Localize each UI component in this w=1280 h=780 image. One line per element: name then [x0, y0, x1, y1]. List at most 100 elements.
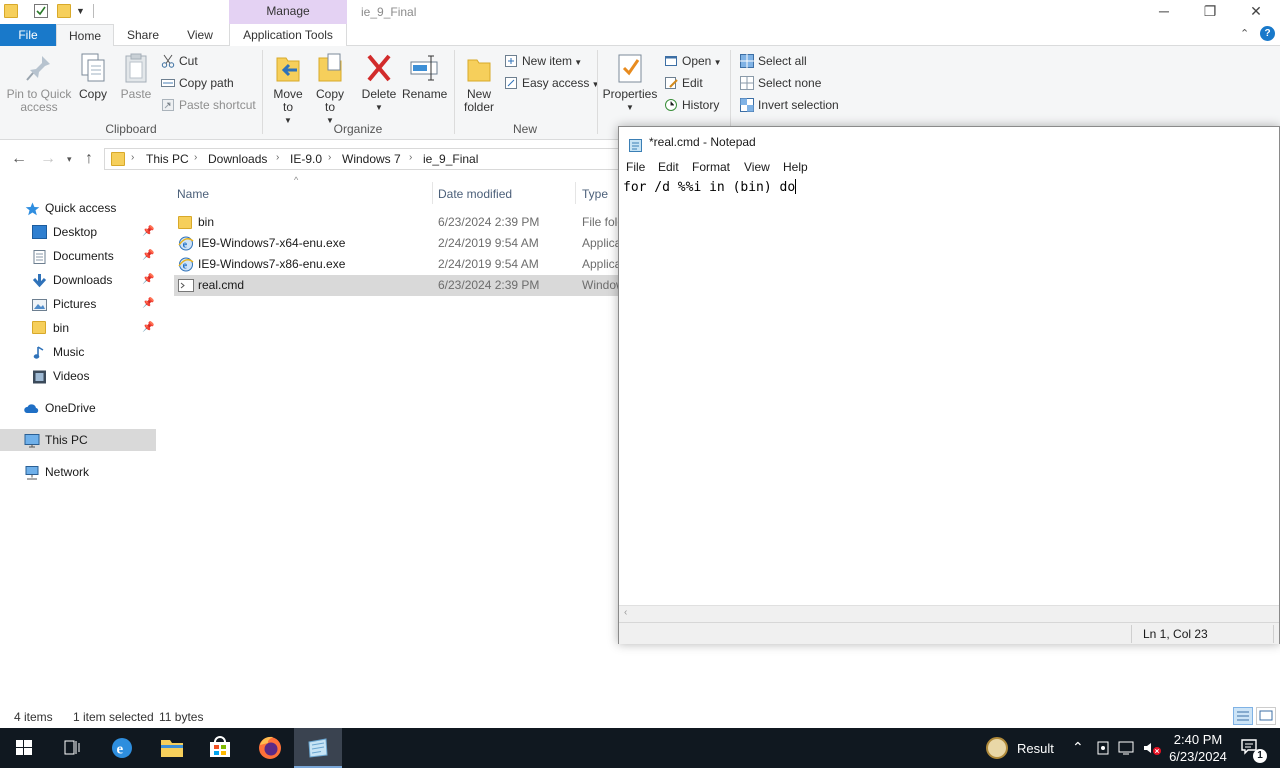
download-arrow-icon — [32, 273, 47, 288]
copy-path-icon — [161, 76, 175, 90]
edge-icon[interactable]: e — [98, 728, 146, 768]
properties-dropdown-icon: ▼ — [626, 103, 634, 112]
easy-access-button[interactable]: Easy access ▼ — [504, 73, 600, 93]
up-arrow-icon[interactable]: ↑ — [85, 150, 93, 168]
recent-locations-chevron-icon[interactable]: ▾ — [67, 154, 72, 165]
details-view-button[interactable] — [1233, 707, 1253, 725]
action-center-button[interactable]: 1 — [1236, 728, 1276, 768]
copy-button[interactable]: Copy — [76, 52, 110, 101]
column-divider[interactable] — [432, 182, 433, 204]
pin-to-quick-access-button[interactable]: Pin to Quick access — [4, 52, 74, 114]
paste-shortcut-button[interactable]: Paste shortcut — [161, 95, 256, 115]
firefox-icon[interactable] — [246, 728, 294, 768]
task-view-button[interactable] — [48, 728, 96, 768]
column-header-date[interactable]: Date modified — [438, 187, 512, 201]
text-caret — [795, 179, 797, 194]
file-row-ie9-x64[interactable]: e IE9-Windows7-x64-enu.exe 2/24/2019 9:5… — [174, 233, 622, 254]
open-button[interactable]: Open ▼ — [664, 51, 722, 71]
breadcrumb-ie9[interactable]: IE-9.0 — [290, 152, 322, 166]
invert-selection-button[interactable]: Invert selection — [740, 95, 839, 115]
notepad-title-bar[interactable]: *real.cmd - Notepad — [619, 127, 1279, 157]
file-explorer-icon[interactable] — [148, 728, 196, 768]
result-tray-item[interactable]: Result — [986, 728, 1066, 768]
collapse-ribbon-icon[interactable]: ⌃ — [1240, 27, 1249, 40]
edit-button[interactable]: Edit — [664, 73, 703, 93]
start-button[interactable] — [0, 728, 48, 768]
menu-format[interactable]: Format — [692, 160, 730, 174]
breadcrumb-windows7[interactable]: Windows 7 — [342, 152, 401, 166]
close-button[interactable]: ✕ — [1233, 2, 1279, 22]
sidebar-item-network[interactable]: Network — [0, 461, 156, 483]
file-row-real-cmd[interactable]: real.cmd 6/23/2024 2:39 PM Windows Comma… — [174, 275, 622, 296]
tab-file[interactable]: File — [0, 24, 56, 46]
breadcrumb-downloads[interactable]: Downloads — [208, 152, 267, 166]
notepad-taskbar-icon[interactable] — [294, 728, 342, 768]
sidebar-item-music[interactable]: Music — [0, 341, 156, 363]
column-header-name[interactable]: Name — [177, 187, 209, 201]
quick-access-dropdown-icon[interactable]: ▼ — [76, 6, 90, 20]
device-icon[interactable] — [1096, 740, 1110, 780]
breadcrumb-separator: › — [328, 152, 332, 163]
column-header-type[interactable]: Type — [582, 187, 608, 201]
sidebar-item-onedrive[interactable]: OneDrive — [0, 397, 156, 419]
breadcrumb-ie9-final[interactable]: ie_9_Final — [423, 152, 478, 166]
notepad-text-area[interactable]: for /d %%i in (bin) do — [623, 179, 797, 195]
cut-button[interactable]: Cut — [161, 51, 198, 71]
scroll-left-arrow-icon[interactable]: ‹ — [624, 607, 627, 618]
history-button[interactable]: History — [664, 95, 719, 115]
column-divider[interactable] — [575, 182, 576, 204]
show-hidden-icons-chevron-icon[interactable]: ⌃ — [1072, 739, 1084, 779]
tab-share[interactable]: Share — [116, 24, 170, 46]
notepad-window[interactable]: *real.cmd - Notepad File Edit Format Vie… — [618, 126, 1280, 644]
breadcrumb-separator: › — [409, 152, 413, 163]
sidebar-item-this-pc[interactable]: This PC — [0, 429, 156, 451]
select-none-button[interactable]: Select none — [740, 73, 821, 93]
copy-icon — [78, 52, 108, 84]
store-icon[interactable] — [196, 728, 244, 768]
sidebar-item-documents[interactable]: Documents 📌 — [0, 245, 156, 267]
clock[interactable]: 2:40 PM 6/23/2024 — [1168, 728, 1228, 768]
horizontal-scrollbar[interactable]: ‹ — [619, 605, 1279, 622]
rename-button[interactable]: Rename — [402, 52, 447, 101]
tab-application-tools[interactable]: Application Tools — [229, 24, 347, 46]
sidebar-item-desktop[interactable]: Desktop 📌 — [0, 221, 156, 243]
scissors-icon — [161, 54, 175, 68]
menu-help[interactable]: Help — [783, 160, 808, 174]
volume-muted-icon[interactable] — [1142, 740, 1162, 780]
manage-context-tab[interactable]: Manage — [229, 0, 347, 24]
sidebar-item-pictures[interactable]: Pictures 📌 — [0, 293, 156, 315]
sidebar-item-downloads[interactable]: Downloads 📌 — [0, 269, 156, 291]
properties-check-icon[interactable] — [34, 4, 48, 18]
select-none-icon — [740, 76, 754, 90]
back-arrow-icon[interactable]: ← — [11, 150, 27, 168]
large-icons-view-button[interactable] — [1256, 707, 1276, 725]
new-folder-quick-icon[interactable] — [57, 4, 71, 18]
paste-button[interactable]: Paste — [116, 52, 156, 101]
maximize-button[interactable]: ❐ — [1187, 2, 1233, 22]
new-item-button[interactable]: New item ▼ — [504, 51, 582, 71]
sidebar-item-quick-access[interactable]: Quick access — [0, 197, 156, 219]
properties-button[interactable]: Properties ▼ — [602, 52, 658, 114]
copy-path-button[interactable]: Copy path — [161, 73, 234, 93]
new-folder-button[interactable]: New folder — [458, 52, 500, 114]
pictures-icon — [32, 297, 47, 311]
menu-file[interactable]: File — [626, 160, 645, 174]
delete-button[interactable]: Delete ▼ — [358, 52, 400, 114]
sidebar-item-videos[interactable]: Videos — [0, 365, 156, 387]
tab-view[interactable]: View — [172, 24, 228, 46]
move-to-button[interactable]: Move to ▼ — [268, 52, 308, 127]
network-tray-icon[interactable] — [1118, 740, 1136, 780]
breadcrumb-this-pc[interactable]: This PC — [146, 152, 189, 166]
file-row-ie9-x86[interactable]: e IE9-Windows7-x86-enu.exe 2/24/2019 9:5… — [174, 254, 622, 275]
menu-edit[interactable]: Edit — [658, 160, 679, 174]
copy-to-button[interactable]: Copy to ▼ — [310, 52, 350, 127]
forward-arrow-icon[interactable]: → — [40, 150, 56, 168]
select-all-button[interactable]: Select all — [740, 51, 807, 71]
menu-view[interactable]: View — [744, 160, 770, 174]
file-row-bin[interactable]: bin 6/23/2024 2:39 PM File folder — [174, 212, 622, 233]
sidebar-item-bin[interactable]: bin 📌 — [0, 317, 156, 339]
minimize-button[interactable]: ─ — [1141, 2, 1187, 22]
select-all-icon — [740, 54, 754, 68]
help-icon[interactable]: ? — [1260, 26, 1275, 41]
tab-home[interactable]: Home — [56, 24, 114, 47]
